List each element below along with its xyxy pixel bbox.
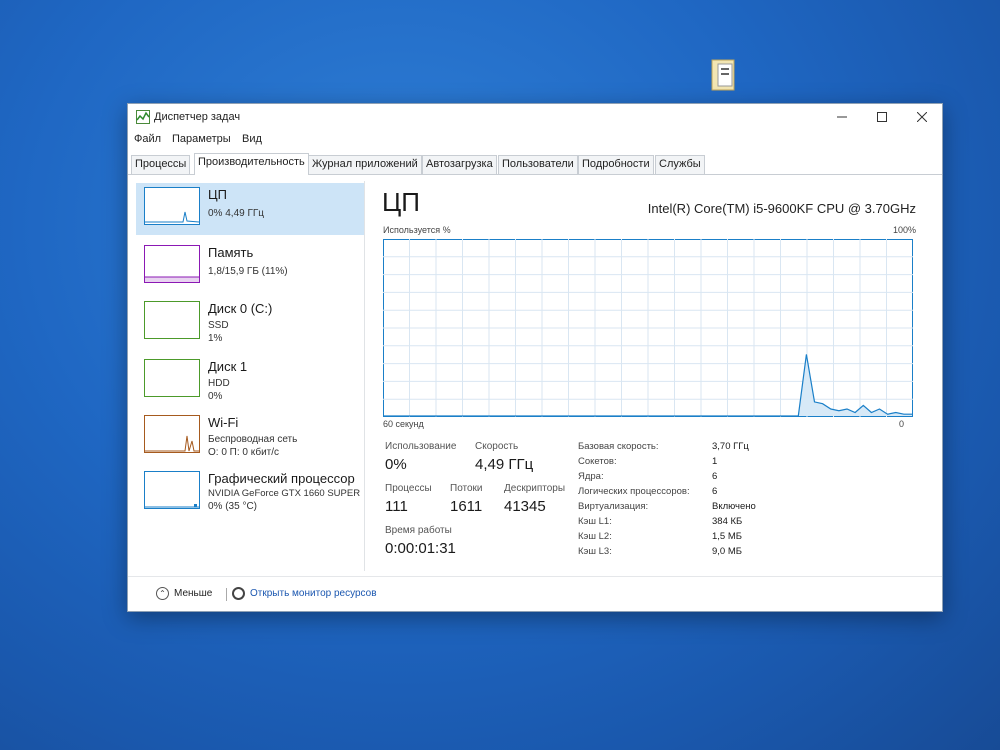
cores-value: 6 [712, 471, 718, 482]
graph-max-label: 100% [892, 225, 916, 235]
minimize-button[interactable] [822, 104, 862, 130]
gpu-thumbnail-graph [144, 471, 200, 509]
resource-memory[interactable]: Память 1,8/15,9 ГБ (11%) [136, 241, 364, 293]
resource-name: ЦП [208, 187, 227, 202]
window-title: Диспетчер задач [154, 111, 241, 123]
menu-file[interactable]: Файл [134, 133, 161, 145]
wifi-thumbnail-graph [144, 415, 200, 453]
l3-cache-label: Кэш L3: [578, 546, 612, 557]
resource-name: Память [208, 245, 254, 260]
cpu-thumbnail-graph [144, 187, 200, 225]
graph-y-label: Используется % [383, 225, 451, 235]
resource-name: Wi-Fi [208, 415, 239, 430]
tab-details[interactable]: Подробности [578, 155, 654, 174]
cpu-model-name: Intel(R) Core(TM) i5-9600KF CPU @ 3.70GH… [647, 201, 916, 216]
resource-detail: 0% 4,49 ГГц [208, 208, 265, 219]
footer-separator [226, 588, 227, 601]
logical-processors-label: Логических процессоров: [578, 486, 690, 497]
footer-bar: ⌃ Меньше Открыть монитор ресурсов [128, 576, 942, 611]
base-speed-label: Базовая скорость: [578, 441, 659, 452]
tab-performance[interactable]: Производительность [194, 153, 309, 175]
base-speed-value: 3,70 ГГц [712, 441, 749, 452]
menu-bar: Файл Параметры Вид [128, 130, 942, 150]
fewer-details-button[interactable]: ⌃ Меньше [156, 587, 212, 600]
cpu-usage-graph [383, 239, 913, 417]
l3-cache-value: 9,0 МБ [712, 546, 742, 557]
open-resource-monitor-label: Открыть монитор ресурсов [250, 588, 377, 599]
resource-usage: 1% [208, 333, 223, 344]
tab-processes[interactable]: Процессы [131, 155, 191, 174]
resource-detail: HDD [208, 378, 230, 389]
l1-cache-label: Кэш L1: [578, 516, 612, 527]
resource-usage: 0% (35 °C) [208, 501, 258, 512]
resource-usage: 0% [208, 391, 223, 402]
utilization-value: 0% [385, 456, 407, 473]
l2-cache-label: Кэш L2: [578, 531, 612, 542]
tab-app-history[interactable]: Журнал приложений [308, 155, 422, 174]
virtualization-label: Виртуализация: [578, 501, 649, 512]
disk0-thumbnail-graph [144, 301, 200, 339]
resource-detail: 1,8/15,9 ГБ (11%) [208, 266, 288, 277]
virtualization-value: Включено [712, 501, 756, 512]
disk1-thumbnail-graph [144, 359, 200, 397]
task-manager-app-icon [136, 110, 150, 124]
logical-processors-value: 6 [712, 486, 718, 497]
resource-disk-0[interactable]: Диск 0 (C:) SSD 1% [136, 297, 364, 349]
task-manager-window: Диспетчер задач Файл Параметры Вид Проце… [127, 103, 943, 612]
graph-time-label: 60 секунд [383, 419, 424, 429]
resource-detail: NVIDIA GeForce GTX 1660 SUPER [208, 488, 361, 499]
sockets-label: Сокетов: [578, 456, 617, 467]
resource-detail: Беспроводная сеть [208, 434, 298, 445]
close-button[interactable] [902, 104, 942, 130]
threads-value: 1611 [450, 498, 483, 515]
sockets-value: 1 [712, 456, 718, 467]
speed-value: 4,49 ГГц [475, 456, 534, 473]
resource-disk-1[interactable]: Диск 1 HDD 0% [136, 355, 364, 407]
handles-value: 41345 [504, 498, 546, 515]
pane-divider[interactable] [364, 181, 365, 571]
speed-label: Скорость [475, 441, 519, 452]
menu-options[interactable]: Параметры [172, 133, 231, 145]
cores-label: Ядра: [578, 471, 604, 482]
fewer-details-label: Меньше [174, 588, 213, 599]
uptime-value: 0:00:01:31 [385, 540, 456, 557]
cpu-detail-panel: ЦП Intel(R) Core(TM) i5-9600KF CPU @ 3.7… [380, 181, 920, 576]
title-bar[interactable]: Диспетчер задач [128, 104, 942, 130]
minimize-icon [837, 116, 847, 118]
utilization-label: Использование [385, 441, 457, 452]
processes-value: 111 [385, 498, 408, 515]
handles-label: Дескрипторы [504, 483, 566, 494]
l1-cache-value: 384 КБ [712, 516, 743, 527]
threads-label: Потоки [450, 483, 483, 494]
desktop-file-icon[interactable] [706, 52, 740, 96]
resource-name: Диск 1 [208, 359, 248, 374]
resource-usage: О: 0 П: 0 кбит/с [208, 447, 280, 458]
resource-wifi[interactable]: Wi-Fi Беспроводная сеть О: 0 П: 0 кбит/с [136, 411, 364, 463]
resource-detail: SSD [208, 320, 229, 331]
panel-title: ЦП [382, 187, 420, 217]
tab-users[interactable]: Пользователи [498, 155, 578, 174]
maximize-icon [877, 112, 887, 122]
chevron-up-icon: ⌃ [156, 587, 169, 600]
open-resource-monitor-link[interactable]: Открыть монитор ресурсов [232, 587, 377, 600]
graph-min-label: 0 [899, 419, 905, 429]
processes-label: Процессы [385, 483, 432, 494]
resource-cpu[interactable]: ЦП 0% 4,49 ГГц [136, 183, 364, 235]
maximize-button[interactable] [862, 104, 902, 130]
close-icon [917, 112, 927, 122]
resource-monitor-icon [232, 587, 245, 600]
tab-bar: Процессы Производительность Журнал прило… [128, 152, 942, 175]
memory-thumbnail-graph [144, 245, 200, 283]
resource-name: Диск 0 (C:) [208, 301, 273, 316]
resource-list: ЦП 0% 4,49 ГГц Память 1,8/15,9 ГБ (11%) … [134, 181, 364, 576]
l2-cache-value: 1,5 МБ [712, 531, 742, 542]
menu-view[interactable]: Вид [242, 133, 262, 145]
uptime-label: Время работы [385, 525, 452, 536]
tab-startup[interactable]: Автозагрузка [422, 155, 497, 174]
resource-name: Графический процессор [208, 471, 355, 486]
resource-gpu[interactable]: Графический процессор NVIDIA GeForce GTX… [136, 467, 364, 519]
tab-services[interactable]: Службы [655, 155, 705, 174]
